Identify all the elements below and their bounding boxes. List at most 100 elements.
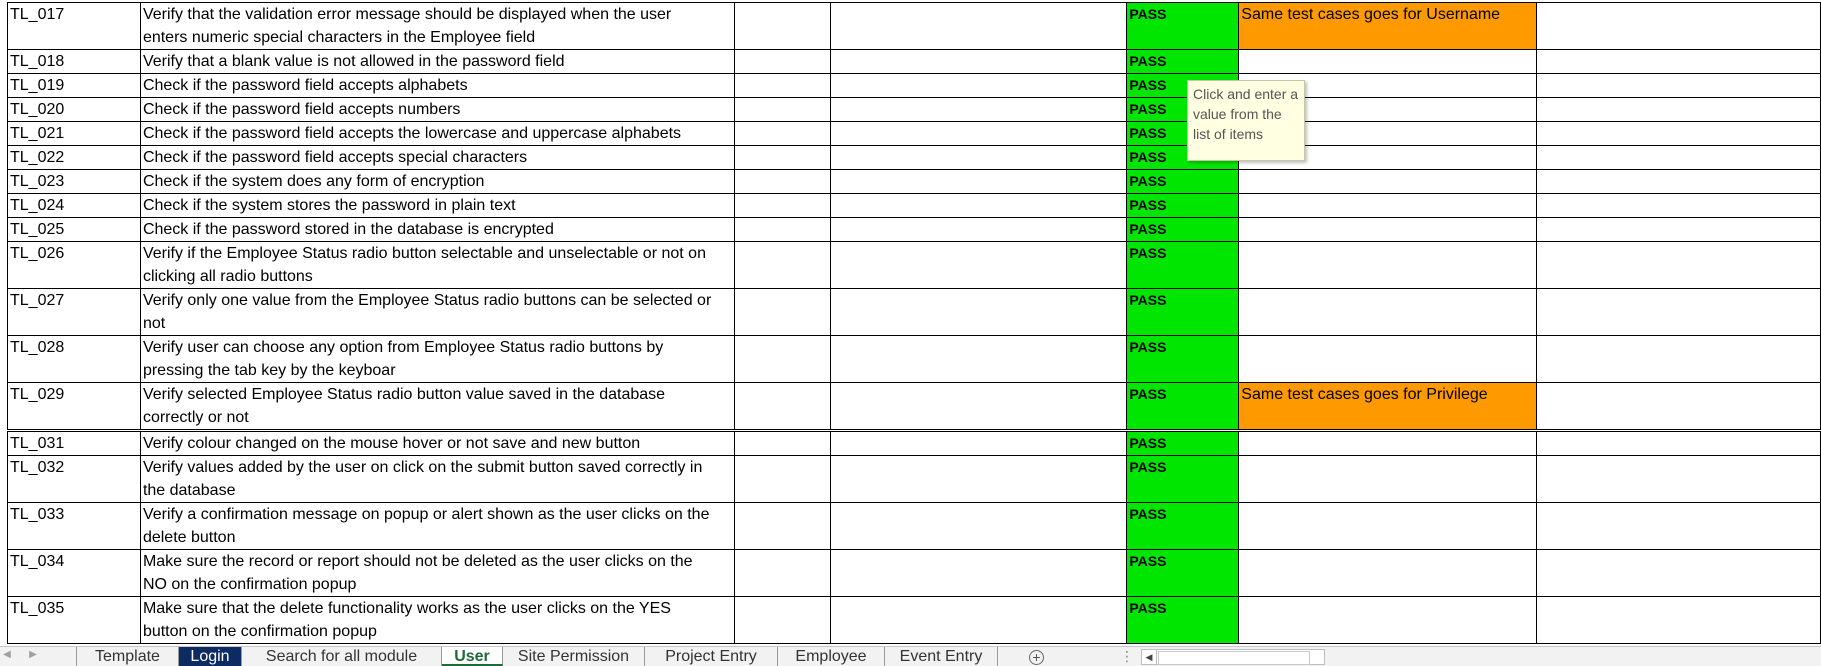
tab-template[interactable]: Template xyxy=(76,647,179,666)
test-id-cell[interactable]: TL_035 xyxy=(7,596,141,644)
remark-cell[interactable] xyxy=(1238,455,1538,503)
empty-cell[interactable] xyxy=(1536,596,1821,644)
empty-cell[interactable] xyxy=(1536,121,1821,146)
description-cell[interactable]: Verify only one value from the Employee … xyxy=(139,288,735,336)
status-cell[interactable]: PASS xyxy=(1126,2,1240,50)
scrollbar-thumb[interactable] xyxy=(1158,651,1310,665)
empty-cell[interactable] xyxy=(733,382,831,431)
remark-cell[interactable] xyxy=(1238,288,1538,336)
empty-cell[interactable] xyxy=(733,241,831,289)
status-cell[interactable]: PASS xyxy=(1126,169,1240,194)
next-sheet-icon[interactable]: ▶ xyxy=(26,649,40,660)
status-cell[interactable]: PASS xyxy=(1126,288,1240,336)
test-id-cell[interactable]: TL_022 xyxy=(7,145,141,170)
empty-cell[interactable] xyxy=(1536,145,1821,170)
empty-cell[interactable] xyxy=(733,549,831,597)
description-cell[interactable]: Verify that the validation error message… xyxy=(139,2,735,50)
empty-cell[interactable] xyxy=(1536,97,1821,122)
status-cell[interactable]: PASS xyxy=(1126,429,1240,456)
empty-cell[interactable] xyxy=(829,145,1128,170)
description-cell[interactable]: Check if the password field accepts numb… xyxy=(139,97,735,122)
status-cell[interactable]: PASS xyxy=(1126,596,1240,644)
empty-cell[interactable] xyxy=(829,73,1128,98)
description-cell[interactable]: Verify colour changed on the mouse hover… xyxy=(139,429,735,456)
remark-cell[interactable]: Same test cases goes for Privilege xyxy=(1238,382,1538,431)
empty-cell[interactable] xyxy=(829,596,1128,644)
empty-cell[interactable] xyxy=(1536,382,1821,431)
empty-cell[interactable] xyxy=(829,288,1128,336)
prev-sheet-icon[interactable]: ◀ xyxy=(0,649,14,660)
test-id-cell[interactable]: TL_025 xyxy=(7,217,141,242)
description-cell[interactable]: Make sure the record or report should no… xyxy=(139,549,735,597)
empty-cell[interactable] xyxy=(829,121,1128,146)
empty-cell[interactable] xyxy=(1536,193,1821,218)
scroll-left-icon[interactable]: ◀ xyxy=(1142,650,1157,664)
empty-cell[interactable] xyxy=(1536,169,1821,194)
empty-cell[interactable] xyxy=(1536,241,1821,289)
description-cell[interactable]: Verify if the Employee Status radio butt… xyxy=(139,241,735,289)
test-id-cell[interactable]: TL_027 xyxy=(7,288,141,336)
test-id-cell[interactable]: TL_018 xyxy=(7,49,141,74)
empty-cell[interactable] xyxy=(733,49,831,74)
tab-project-entry[interactable]: Project Entry xyxy=(645,647,778,666)
tab-login[interactable]: Login xyxy=(179,647,242,666)
empty-cell[interactable] xyxy=(733,455,831,503)
empty-cell[interactable] xyxy=(1536,455,1821,503)
empty-cell[interactable] xyxy=(733,121,831,146)
test-id-cell[interactable]: TL_019 xyxy=(7,73,141,98)
empty-cell[interactable] xyxy=(829,193,1128,218)
test-id-cell[interactable]: TL_020 xyxy=(7,97,141,122)
empty-cell[interactable] xyxy=(829,97,1128,122)
description-cell[interactable]: Check if the system does any form of enc… xyxy=(139,169,735,194)
empty-cell[interactable] xyxy=(1536,288,1821,336)
description-cell[interactable]: Check if the system stores the password … xyxy=(139,193,735,218)
description-cell[interactable]: Check if the password field accepts alph… xyxy=(139,73,735,98)
empty-cell[interactable] xyxy=(829,382,1128,431)
status-cell[interactable]: PASS xyxy=(1126,49,1240,74)
empty-cell[interactable] xyxy=(1536,73,1821,98)
empty-cell[interactable] xyxy=(733,217,831,242)
remark-cell[interactable] xyxy=(1238,217,1538,242)
horizontal-scrollbar[interactable]: ◀ xyxy=(1141,649,1325,665)
tab-user[interactable]: User xyxy=(442,647,503,666)
remark-cell[interactable] xyxy=(1238,429,1538,456)
description-cell[interactable]: Verify user can choose any option from E… xyxy=(139,335,735,383)
description-cell[interactable]: Verify a confirmation message on popup o… xyxy=(139,502,735,550)
empty-cell[interactable] xyxy=(733,596,831,644)
remark-cell[interactable] xyxy=(1238,241,1538,289)
remark-cell[interactable] xyxy=(1238,49,1538,74)
empty-cell[interactable] xyxy=(829,429,1128,456)
remark-cell[interactable] xyxy=(1238,335,1538,383)
empty-cell[interactable] xyxy=(733,73,831,98)
empty-cell[interactable] xyxy=(829,217,1128,242)
spreadsheet-grid[interactable]: TL_017 Verify that the validation error m… xyxy=(0,0,1821,646)
remark-cell[interactable] xyxy=(1238,549,1538,597)
tab-site-permission[interactable]: Site Permission xyxy=(503,647,645,666)
empty-cell[interactable] xyxy=(829,335,1128,383)
status-cell[interactable]: PASS xyxy=(1126,382,1240,431)
tab-employee[interactable]: Employee xyxy=(778,647,885,666)
status-cell[interactable]: PASS xyxy=(1126,549,1240,597)
test-id-cell[interactable]: TL_017 xyxy=(7,2,141,50)
empty-cell[interactable] xyxy=(1536,549,1821,597)
empty-cell[interactable] xyxy=(733,502,831,550)
empty-cell[interactable] xyxy=(733,288,831,336)
empty-cell[interactable] xyxy=(1536,49,1821,74)
test-id-cell[interactable]: TL_026 xyxy=(7,241,141,289)
remark-cell[interactable] xyxy=(1238,502,1538,550)
remark-cell[interactable] xyxy=(1238,193,1538,218)
test-id-cell[interactable]: TL_023 xyxy=(7,169,141,194)
empty-cell[interactable] xyxy=(733,335,831,383)
description-cell[interactable]: Check if the password field accepts the … xyxy=(139,121,735,146)
empty-cell[interactable] xyxy=(829,49,1128,74)
test-id-cell[interactable]: TL_032 xyxy=(7,455,141,503)
test-id-cell[interactable]: TL_031 xyxy=(7,429,141,456)
splitter-handle-icon[interactable]: ⋮ xyxy=(1120,648,1134,665)
description-cell[interactable]: Check if the password field accepts spec… xyxy=(139,145,735,170)
tab-event-entry[interactable]: Event Entry xyxy=(885,647,998,666)
empty-cell[interactable] xyxy=(733,97,831,122)
empty-cell[interactable] xyxy=(1536,335,1821,383)
test-id-cell[interactable]: TL_024 xyxy=(7,193,141,218)
status-cell[interactable]: PASS xyxy=(1126,335,1240,383)
empty-cell[interactable] xyxy=(1536,502,1821,550)
